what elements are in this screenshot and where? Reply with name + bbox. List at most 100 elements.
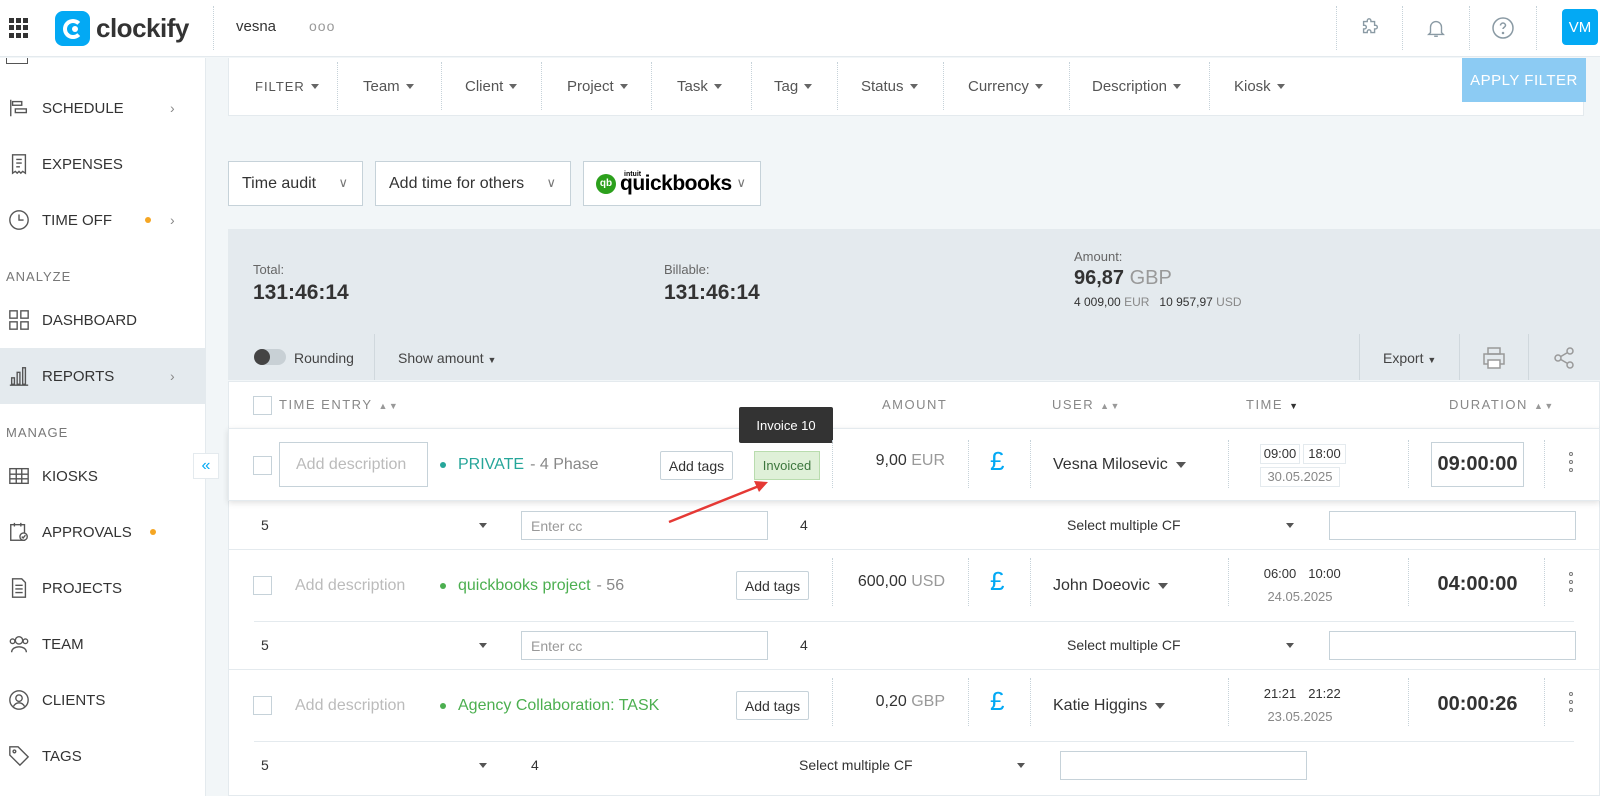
more-options-icon[interactable]	[1569, 692, 1573, 712]
caret-down-icon[interactable]	[1017, 763, 1025, 768]
cc-input[interactable]: Enter cc	[521, 631, 768, 660]
workspace-name[interactable]: vesna	[236, 18, 276, 35]
filter-project[interactable]: Project	[567, 58, 628, 114]
print-icon[interactable]	[1482, 346, 1506, 375]
cf-text-input[interactable]	[1060, 751, 1307, 780]
duration-input[interactable]: 00:00:26	[1431, 682, 1524, 727]
row-checkbox[interactable]	[253, 456, 272, 475]
rounding-toggle[interactable]	[254, 349, 286, 365]
show-amount-dropdown[interactable]: Show amount ▼	[398, 350, 496, 366]
duration-input[interactable]: 04:00:00	[1431, 562, 1524, 607]
export-dropdown[interactable]: Export ▼	[1383, 350, 1436, 366]
filter-kiosk[interactable]: Kiosk	[1234, 58, 1285, 114]
header-time[interactable]: TIME ▼	[1246, 397, 1299, 412]
sidebar-item-expenses[interactable]: EXPENSES	[0, 136, 206, 192]
sidebar-item-approvals[interactable]: APPROVALS	[0, 504, 206, 560]
user-dropdown[interactable]: Vesna Milosevic	[1053, 456, 1186, 474]
avatar[interactable]: VM	[1562, 9, 1598, 45]
sidebar-item-clients[interactable]: CLIENTS	[0, 672, 206, 728]
billable-pound-icon[interactable]: £	[990, 566, 1004, 597]
cf-multi-select[interactable]: Select multiple CF	[1067, 517, 1181, 533]
description-input[interactable]: Add description	[295, 697, 405, 715]
sidebar-item-tags[interactable]: TAGS	[0, 728, 206, 784]
end-time-input[interactable]: 21:22	[1303, 686, 1346, 701]
start-time-input[interactable]: 09:00	[1260, 444, 1300, 464]
sidebar-item-team[interactable]: TEAM	[0, 616, 206, 672]
row-checkbox[interactable]	[253, 576, 272, 595]
date-input[interactable]: 30.05.2025	[1260, 467, 1340, 487]
header-time-entry[interactable]: TIME ENTRY ▲▼	[279, 397, 399, 412]
date-input[interactable]: 24.05.2025	[1260, 589, 1340, 604]
sidebar-item-kiosks[interactable]: KIOSKS	[0, 448, 206, 504]
collapse-sidebar-icon[interactable]: «	[193, 453, 219, 479]
caret-down-icon[interactable]	[479, 523, 487, 528]
logo[interactable]: clockify	[55, 10, 189, 46]
time-audit-dropdown[interactable]: Time audit ∨	[228, 161, 363, 206]
row-checkbox[interactable]	[253, 696, 272, 715]
caret-down-icon[interactable]	[1286, 643, 1294, 648]
receipt-icon	[11, 154, 27, 175]
apps-grid-icon[interactable]	[9, 18, 29, 38]
add-tags-button[interactable]: Add tags	[736, 691, 809, 720]
sidebar-item-reports[interactable]: REPORTS ›	[0, 348, 206, 404]
invoiced-badge[interactable]: Invoiced	[754, 451, 820, 480]
apply-filter-button[interactable]: APPLY FILTER	[1462, 58, 1586, 102]
project-label[interactable]: Agency Collaboration: TASK	[440, 697, 659, 715]
filter-task[interactable]: Task	[677, 58, 722, 114]
billable-pound-icon[interactable]: £	[990, 446, 1004, 477]
end-time-input[interactable]: 10:00	[1303, 566, 1346, 581]
filter-client[interactable]: Client	[465, 58, 518, 114]
description-input[interactable]: Add description	[295, 577, 405, 595]
cf-number-select[interactable]: 5	[261, 637, 269, 653]
cf-value[interactable]: 4	[800, 637, 808, 653]
select-all-checkbox[interactable]	[253, 396, 272, 415]
user-dropdown[interactable]: John Doeovic	[1053, 577, 1168, 595]
caret-down-icon[interactable]	[1286, 523, 1294, 528]
sidebar-item-schedule[interactable]: SCHEDULE ›	[0, 80, 206, 136]
end-time-input[interactable]: 18:00	[1303, 444, 1346, 464]
filter-currency[interactable]: Currency	[968, 58, 1043, 114]
caret-down-icon[interactable]	[479, 643, 487, 648]
quickbooks-dropdown[interactable]: qb intuit quickbooks ∨	[583, 161, 761, 206]
caret-down-icon[interactable]	[479, 763, 487, 768]
sidebar-item-dashboard[interactable]: DASHBOARD	[0, 292, 206, 348]
billable-pound-icon[interactable]: £	[990, 686, 1004, 717]
divider	[1459, 334, 1460, 380]
add-time-dropdown[interactable]: Add time for others ∨	[375, 161, 571, 206]
filter-status[interactable]: Status	[861, 58, 918, 114]
filter-team[interactable]: Team	[363, 58, 414, 114]
description-input[interactable]: Add description	[279, 442, 428, 487]
add-tags-button[interactable]: Add tags	[660, 451, 733, 480]
help-icon[interactable]	[1489, 14, 1517, 42]
more-options-icon[interactable]	[1569, 572, 1573, 592]
caret-down-icon	[713, 83, 722, 89]
cf-text-input[interactable]	[1329, 631, 1576, 660]
cf-value[interactable]: 4	[531, 757, 539, 773]
header-user[interactable]: USER ▲▼	[1052, 397, 1121, 412]
sidebar-item-time-off[interactable]: TIME OFF ›	[0, 192, 206, 248]
workspace-more-icon[interactable]: ooo	[309, 18, 335, 34]
add-tags-button[interactable]: Add tags	[736, 571, 809, 600]
filter-dropdown[interactable]: FILTER	[255, 58, 319, 114]
cf-multi-select[interactable]: Select multiple CF	[1067, 637, 1181, 653]
cf-multi-select[interactable]: Select multiple CF	[799, 757, 913, 773]
project-label[interactable]: quickbooks project - 56	[440, 577, 624, 595]
cf-number-select[interactable]: 5	[261, 517, 269, 533]
duration-input[interactable]: 09:00:00	[1431, 442, 1524, 487]
start-time-input[interactable]: 06:00	[1260, 566, 1300, 581]
filter-tag[interactable]: Tag	[774, 58, 813, 114]
cf-number-select[interactable]: 5	[261, 757, 269, 773]
more-options-icon[interactable]	[1569, 452, 1573, 472]
sidebar-item-projects[interactable]: PROJECTS	[0, 560, 206, 616]
user-dropdown[interactable]: Katie Higgins	[1053, 697, 1166, 715]
project-label[interactable]: PRIVATE - 4 Phase	[440, 456, 599, 474]
puzzle-icon[interactable]	[1356, 14, 1384, 42]
header-duration[interactable]: DURATION ▲▼	[1449, 397, 1555, 412]
cf-text-input[interactable]	[1329, 511, 1576, 540]
filter-description[interactable]: Description	[1092, 58, 1182, 114]
bell-icon[interactable]	[1422, 14, 1450, 42]
start-time-input[interactable]: 21:21	[1260, 686, 1300, 701]
share-icon[interactable]	[1552, 346, 1576, 375]
date-input[interactable]: 23.05.2025	[1260, 709, 1340, 724]
cf-value[interactable]: 4	[800, 517, 808, 533]
